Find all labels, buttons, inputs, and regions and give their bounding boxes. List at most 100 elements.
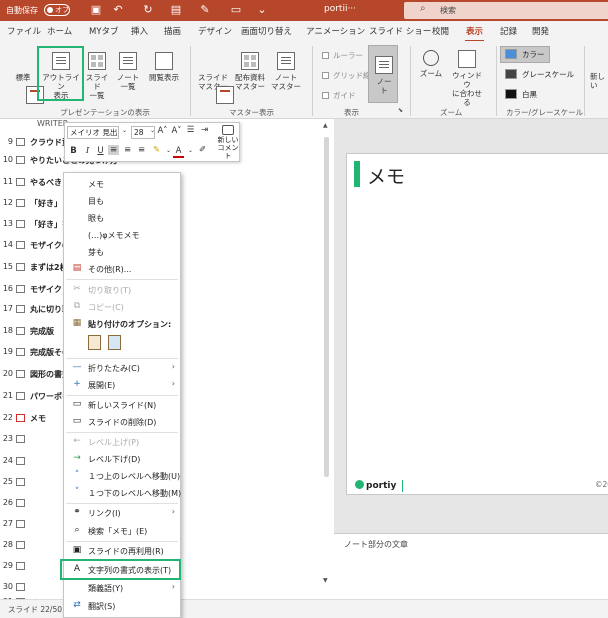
slide-thumbnail-icon[interactable] <box>16 348 25 356</box>
slide-canvas[interactable]: メモ portiy ©20 <box>346 153 608 495</box>
zoom-button[interactable]: ズーム <box>418 50 444 78</box>
collapse-item[interactable]: — 折りたたみ(C) › <box>64 360 180 377</box>
save-icon[interactable]: ▣ <box>88 2 104 18</box>
handout-master-button[interactable]: 配布資料 マスター <box>231 52 269 91</box>
bold-icon[interactable]: B <box>68 146 79 156</box>
ruler-checkbox[interactable]: ルーラー <box>322 50 363 61</box>
slide-thumbnail-icon[interactable] <box>16 241 25 249</box>
suggestion-item[interactable]: メモ <box>64 176 180 193</box>
more-icon[interactable]: ⌄ <box>254 2 270 18</box>
notes-text[interactable]: ノート部分の文章 <box>344 539 408 550</box>
black-white-button[interactable]: 白黒 <box>505 89 537 100</box>
grow-font-icon[interactable]: A˄ <box>157 126 168 136</box>
highlight-icon[interactable]: ✎ <box>151 145 162 155</box>
guides-checkbox[interactable]: ガイド <box>322 90 356 101</box>
paste-keep-format-icon[interactable] <box>88 335 101 350</box>
move-down-item[interactable]: ˅ １つ下のレベルへ移動(M) <box>64 485 181 502</box>
outline-scrollbar[interactable]: ▲ ▼ <box>323 122 330 585</box>
redo-icon[interactable]: ↻ <box>140 2 156 18</box>
promote-item[interactable]: ← レベル上げ(P) <box>64 434 180 451</box>
delete-slide-item[interactable]: ▭ スライドの削除(D) <box>64 414 180 431</box>
gridlines-checkbox[interactable]: グリッド線 <box>322 70 371 81</box>
tab-animations[interactable]: アニメーション <box>306 25 365 37</box>
slide-thumbnail-icon[interactable] <box>16 583 25 591</box>
font-color-icon[interactable]: A <box>173 146 184 158</box>
notes-master-button[interactable]: ノート マスター <box>270 52 302 91</box>
scroll-down-icon[interactable]: ▼ <box>323 577 328 584</box>
shrink-font-icon[interactable]: A˅ <box>171 126 182 136</box>
tab-draw[interactable]: 描画 <box>164 25 181 37</box>
font-name-field[interactable]: メイリオ 見出し <box>67 126 119 139</box>
bullets-icon[interactable]: ☰ <box>185 125 196 135</box>
suggestion-item[interactable]: (…)φメモメモ <box>64 227 180 244</box>
slide-thumbnail-icon[interactable] <box>16 285 25 293</box>
outline-title-text[interactable]: メモ <box>30 413 46 424</box>
tab-transitions[interactable]: 画面切り替え <box>241 25 292 37</box>
folder-icon[interactable]: ▭ <box>228 2 244 18</box>
tab-file[interactable]: ファイル <box>7 25 41 37</box>
demote-item[interactable]: → レベル下げ(D) <box>64 451 180 468</box>
tab-slideshow[interactable]: スライド ショー <box>369 25 431 37</box>
reuse-slides-item[interactable]: ▣ スライドの再利用(R) <box>64 543 180 560</box>
slide-thumbnail-icon[interactable] <box>16 499 25 507</box>
slide-thumbnail-icon[interactable] <box>16 199 25 207</box>
slide-thumbnail-icon[interactable] <box>16 178 25 186</box>
expand-item[interactable]: + 展開(E) › <box>64 377 180 394</box>
more-suggestions-item[interactable]: ▤ その他(R)... <box>64 261 180 278</box>
tab-mytab[interactable]: MYタブ <box>89 25 119 37</box>
font-dropdown-icon[interactable]: ⌄ <box>119 127 130 134</box>
italic-icon[interactable]: I <box>82 146 93 156</box>
tab-design[interactable]: デザイン <box>198 25 232 37</box>
slide-title[interactable]: メモ <box>367 162 405 189</box>
tab-review[interactable]: 校閲 <box>432 25 449 37</box>
new-window-button[interactable]: 新しい <box>590 72 608 90</box>
underline-icon[interactable]: U <box>95 146 106 156</box>
notes-page-button[interactable]: ノート 一覧 <box>115 52 141 91</box>
show-dialog-launcher-icon[interactable]: ⬊ <box>398 107 403 114</box>
align-center-icon[interactable]: ≡ <box>122 145 133 155</box>
suggestion-item[interactable]: 目も <box>64 193 180 210</box>
undo-icon[interactable]: ↶ <box>110 2 126 18</box>
slide-thumbnail-icon[interactable] <box>16 327 25 335</box>
slide-thumbnail-icon[interactable] <box>16 457 25 465</box>
suggestion-item[interactable]: 芽も <box>64 244 180 261</box>
copy-item[interactable]: ⧉ コピー(C) <box>64 299 180 316</box>
paste-picture-icon[interactable] <box>108 335 121 350</box>
slide-thumbnail-icon[interactable] <box>16 414 25 422</box>
outline-title-text[interactable]: まずは2枚 <box>30 262 68 273</box>
align-right-icon[interactable]: ≡ <box>136 145 147 155</box>
grayscale-button[interactable]: グレースケール <box>505 69 574 80</box>
draw-icon[interactable]: ✎ <box>197 2 213 18</box>
slide-thumbnail-icon[interactable] <box>16 520 25 528</box>
reading-view-button[interactable]: 閲覧表示 <box>145 52 183 82</box>
synonyms-item[interactable]: 類義語(Y) › <box>64 580 180 597</box>
indent-icon[interactable]: ⇥ <box>199 125 210 135</box>
font-color-dropdown-icon[interactable]: ⌄ <box>185 147 196 154</box>
slide-thumbnail-icon[interactable] <box>16 220 25 228</box>
notes-button[interactable]: ノート <box>368 45 398 103</box>
slide-thumbnail-icon[interactable] <box>16 156 25 164</box>
slide-thumbnail-icon[interactable] <box>16 370 25 378</box>
search-item[interactable]: ⌕ 検索「メモ」(E) <box>64 523 180 540</box>
cut-item[interactable]: ✂ 切り取り(T) <box>64 282 180 299</box>
slide-thumbnail-icon[interactable] <box>16 478 25 486</box>
format-painter-icon[interactable]: ✐ <box>197 145 208 155</box>
fit-to-window-button[interactable]: ウィンドウ に合わせる <box>449 50 485 107</box>
autosave-toggle[interactable]: オフ <box>44 4 70 16</box>
slide-master-button[interactable]: スライド マスター <box>196 52 234 104</box>
new-comment-button[interactable]: 新しい コメント <box>216 125 240 160</box>
outline-title-text[interactable]: 完成版 <box>30 326 54 337</box>
slide-thumbnail-icon[interactable] <box>16 392 25 400</box>
notes-pane[interactable]: ノート部分の文章 <box>334 533 608 599</box>
new-slide-item[interactable]: ▭ 新しいスライド(N) <box>64 397 180 414</box>
slide-thumbnail-icon[interactable] <box>16 562 25 570</box>
link-item[interactable]: ⚭ リンク(I) › <box>64 505 180 522</box>
move-up-item[interactable]: ˄ １つ上のレベルへ移動(U) <box>64 468 180 485</box>
slide-thumbnail-icon[interactable] <box>16 138 25 146</box>
scroll-up-icon[interactable]: ▲ <box>323 122 328 129</box>
normal-view-button[interactable]: 標準 <box>10 52 44 104</box>
slide-thumbnail-icon[interactable] <box>16 305 25 313</box>
tab-home[interactable]: ホーム <box>47 25 72 37</box>
slide-thumbnail-icon[interactable] <box>16 263 25 271</box>
scrollbar-thumb[interactable] <box>324 137 329 477</box>
